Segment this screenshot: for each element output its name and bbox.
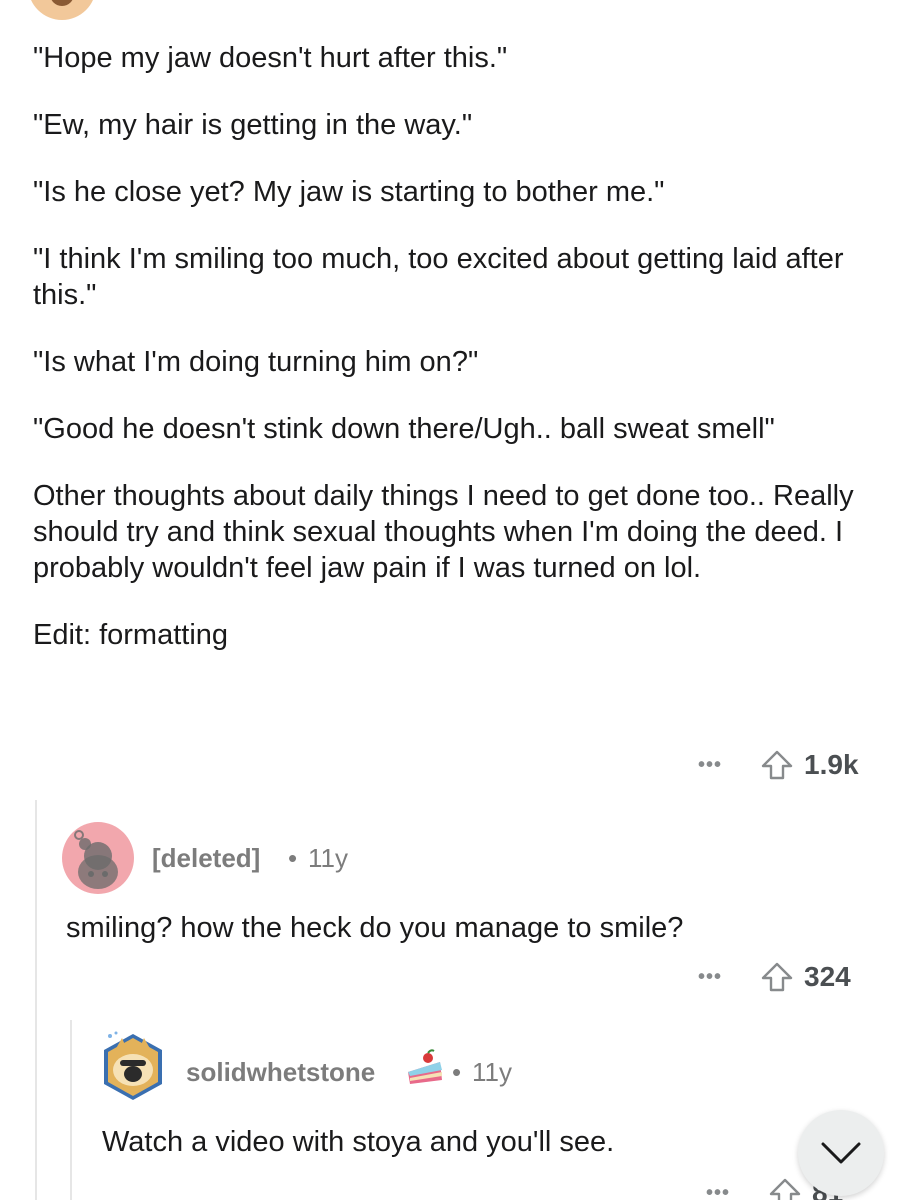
post-paragraph: Other thoughts about daily things I need…: [33, 480, 854, 584]
post-upvote-count: 1.9k: [804, 749, 859, 780]
reddit-snoo-avatar[interactable]: [62, 822, 134, 894]
post-paragraph: "Hope my jaw doesn't hurt after this.": [33, 42, 508, 74]
upvote-arrow-icon: [761, 750, 793, 780]
thread-line[interactable]: [35, 800, 37, 1200]
comment-text: Watch a video with stoya and you'll see.: [102, 1126, 615, 1158]
comment-upvote-count: 324: [804, 961, 851, 992]
post-upvote-button[interactable]: [760, 748, 794, 782]
comment-text: smiling? how the heck do you manage to s…: [66, 912, 684, 944]
thread-line[interactable]: [70, 1020, 72, 1200]
comment-age: 11y: [472, 1057, 512, 1087]
cake-icon: [404, 1048, 446, 1093]
comment-age: 11y: [308, 843, 348, 873]
comment-username[interactable]: [deleted]: [152, 843, 260, 874]
comment-separator: •: [452, 1057, 462, 1087]
post-paragraph: "Is he close yet? My jaw is starting to …: [33, 176, 665, 208]
shiba-dog-avatar[interactable]: [98, 1030, 168, 1104]
chevron-down-icon: [821, 1142, 861, 1164]
post-edit-note: Edit: formatting: [33, 619, 229, 651]
post-paragraph: "Ew, my hair is getting in the way.": [33, 109, 473, 141]
post-paragraph: "Good he doesn't stink down there/Ugh.. …: [33, 413, 775, 445]
scroll-down-button[interactable]: [798, 1110, 884, 1196]
op-avatar-face: [50, 0, 74, 6]
comment-more-button[interactable]: •••: [698, 966, 722, 989]
comment-actions: ••• 324: [698, 960, 851, 994]
comment-username[interactable]: solidwhetstone: [186, 1057, 375, 1088]
comment-upvote-button[interactable]: [768, 1176, 802, 1200]
upvote-arrow-icon: [769, 1178, 801, 1200]
post-more-button[interactable]: •••: [698, 754, 722, 777]
comment-separator: •: [288, 843, 298, 873]
comment-upvote-button[interactable]: [760, 960, 794, 994]
upvote-arrow-icon: [761, 962, 793, 992]
post-body: "Hope my jaw doesn't hurt after this." "…: [33, 40, 883, 684]
post-paragraph: "Is what I'm doing turning him on?": [33, 346, 479, 378]
post-actions: ••• 1.9k: [698, 748, 859, 782]
snoo-icon: [74, 830, 118, 889]
shiba-avatar-icon: [104, 1031, 162, 1100]
comment-more-button[interactable]: •••: [706, 1182, 730, 1200]
op-avatar[interactable]: [28, 0, 96, 20]
post-paragraph: "I think I'm smiling too much, too excit…: [33, 243, 844, 311]
